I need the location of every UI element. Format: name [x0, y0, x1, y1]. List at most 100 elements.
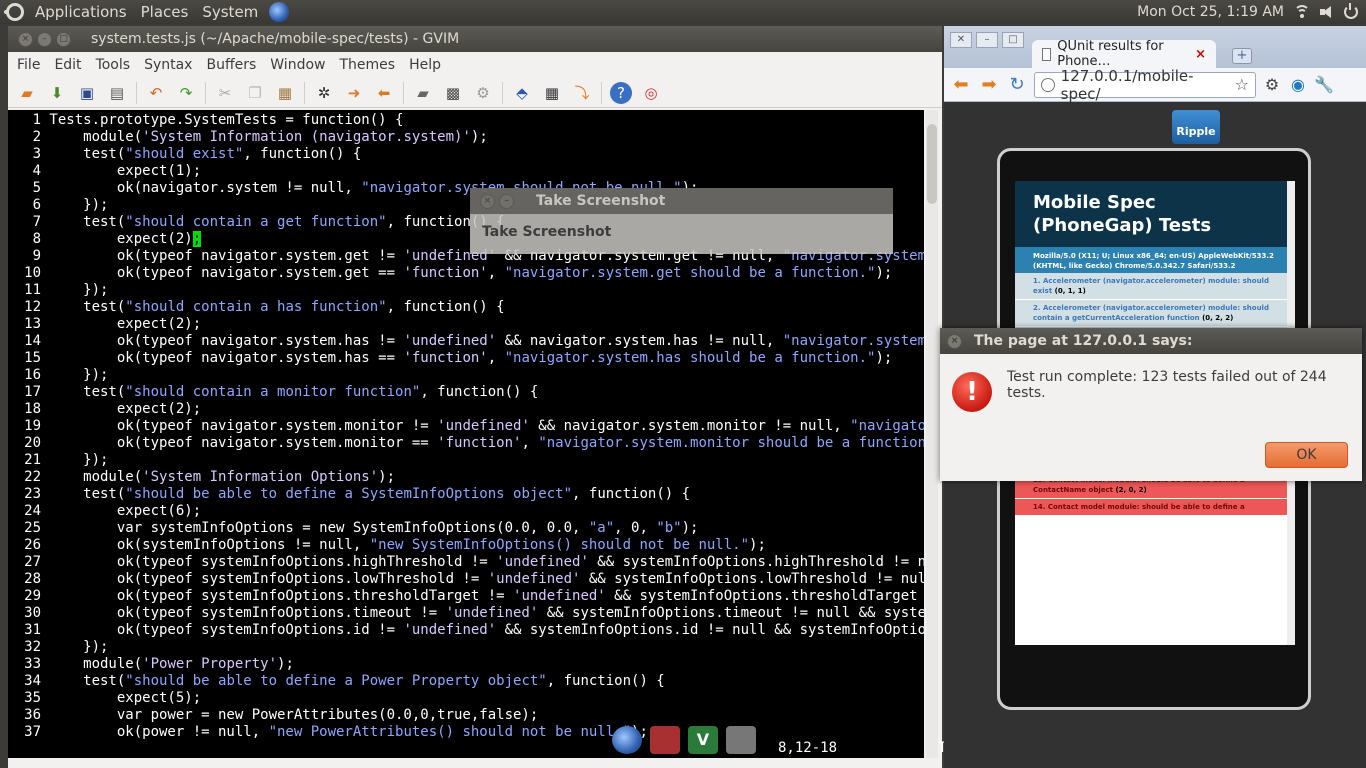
- code-line[interactable]: 10 ok(typeof navigator.system.get == 'fu…: [8, 265, 924, 282]
- terminal-taskbar-icon[interactable]: [650, 726, 680, 754]
- code-line[interactable]: 21 });: [8, 452, 924, 469]
- open-file-icon[interactable]: ▰: [16, 82, 38, 104]
- chromium-taskbar-icon[interactable]: [612, 726, 642, 754]
- code-line[interactable]: 14 ok(typeof navigator.system.has != 'un…: [8, 333, 924, 350]
- applications-menu[interactable]: Applications: [28, 0, 134, 24]
- ripple-extension-icon[interactable]: ◉: [1288, 75, 1308, 95]
- menu-themes[interactable]: Themes: [332, 57, 402, 73]
- menu-file[interactable]: File: [10, 57, 47, 73]
- places-menu[interactable]: Places: [134, 0, 196, 24]
- code-line[interactable]: 36 var power = new PowerAttributes(0.0,0…: [8, 707, 924, 724]
- minimize-icon[interactable]: –: [37, 31, 52, 47]
- wifi-icon[interactable]: [1294, 5, 1310, 19]
- browser-tab[interactable]: QUnit results for Phone… ×: [1032, 39, 1216, 69]
- help-icon[interactable]: ?: [610, 81, 632, 104]
- code-line[interactable]: 23 test("should be able to define a Syst…: [8, 486, 924, 503]
- menu-help[interactable]: Help: [402, 57, 448, 73]
- shell-icon[interactable]: ▦: [541, 82, 563, 104]
- code-line[interactable]: 20 ok(typeof navigator.system.monitor ==…: [8, 435, 924, 452]
- close-icon[interactable]: ✕: [950, 32, 972, 48]
- code-line[interactable]: 16 });: [8, 367, 924, 384]
- maximize-icon[interactable]: □: [1002, 32, 1024, 48]
- code-line[interactable]: 15 ok(typeof navigator.system.has == 'fu…: [8, 350, 924, 367]
- find-replace-icon[interactable]: ✲: [313, 82, 335, 104]
- power-icon[interactable]: [1344, 3, 1358, 19]
- menu-tools[interactable]: Tools: [89, 57, 138, 73]
- copy-icon[interactable]: ❐: [244, 82, 266, 104]
- address-bar[interactable]: 127.0.0.1/mobile-spec/ ☆: [1034, 67, 1256, 103]
- load-session-icon[interactable]: ▰: [412, 82, 434, 104]
- code-line[interactable]: 3 test("should exist", function() {: [8, 146, 924, 163]
- scrollbar-thumb[interactable]: [927, 124, 937, 204]
- close-icon[interactable]: ×: [480, 193, 495, 209]
- save-as-icon[interactable]: ▣: [76, 82, 98, 104]
- tags-icon[interactable]: ⤵: [571, 82, 593, 104]
- wrench-icon[interactable]: 🔧: [1314, 75, 1334, 95]
- menu-window[interactable]: Window: [263, 57, 332, 73]
- menu-syntax[interactable]: Syntax: [137, 57, 199, 73]
- take-screenshot-dialog[interactable]: × – Take Screenshot Take Screenshot: [470, 188, 893, 254]
- find-next-icon[interactable]: ➜: [343, 82, 365, 104]
- minimize-icon[interactable]: –: [499, 193, 514, 209]
- code-line[interactable]: 13 expect(2);: [8, 316, 924, 333]
- code-line[interactable]: 19 ok(typeof navigator.system.monitor !=…: [8, 418, 924, 435]
- volume-icon[interactable]: [1320, 6, 1334, 18]
- system-menu[interactable]: System: [195, 0, 265, 24]
- code-line[interactable]: 11 });: [8, 282, 924, 299]
- bookmark-star-icon[interactable]: ☆: [1235, 75, 1249, 94]
- maximize-icon[interactable]: □: [56, 31, 71, 47]
- save-session-icon[interactable]: ▩: [442, 82, 464, 104]
- code-line[interactable]: 12 test("should contain a has function",…: [8, 299, 924, 316]
- back-icon[interactable]: ⬅: [950, 74, 972, 95]
- find-help-icon[interactable]: ◎: [640, 82, 662, 104]
- screenshot-taskbar-icon[interactable]: [726, 726, 756, 754]
- code-line[interactable]: 32 });: [8, 639, 924, 656]
- code-line[interactable]: 17 test("should contain a monitor functi…: [8, 384, 924, 401]
- print-icon[interactable]: ▤: [106, 82, 128, 104]
- code-line[interactable]: 24 expect(6);: [8, 503, 924, 520]
- editor-scrollbar[interactable]: [926, 110, 938, 758]
- close-icon[interactable]: ×: [18, 31, 33, 47]
- menu-edit[interactable]: Edit: [47, 57, 88, 73]
- find-prev-icon[interactable]: ⬅: [373, 82, 395, 104]
- code-line[interactable]: 25 var systemInfoOptions = new SystemInf…: [8, 520, 924, 537]
- new-tab-button[interactable]: +: [1232, 48, 1252, 64]
- ok-button[interactable]: OK: [1265, 442, 1348, 468]
- run-script-icon[interactable]: ⚙: [472, 82, 494, 104]
- clock[interactable]: Mon Oct 25, 1:19 AM: [1137, 4, 1284, 20]
- chromium-launcher-icon[interactable]: [269, 2, 290, 22]
- code-line[interactable]: 34 test("should be able to define a Powe…: [8, 673, 924, 690]
- code-line[interactable]: 28 ok(typeof systemInfoOptions.lowThresh…: [8, 571, 924, 588]
- qunit-test-item[interactable]: 14. Contact model module: should be able…: [1015, 499, 1295, 516]
- code-line[interactable]: 37 ok(power != null, "new PowerAttribute…: [8, 724, 924, 741]
- code-line[interactable]: 1 Tests.prototype.SystemTests = function…: [8, 112, 924, 129]
- make-icon[interactable]: ⬘: [511, 82, 533, 104]
- code-line[interactable]: 27 ok(typeof systemInfoOptions.highThres…: [8, 554, 924, 571]
- close-tab-icon[interactable]: ×: [1195, 47, 1206, 62]
- qunit-test-item[interactable]: 1. Accelerometer (navigator.acceleromete…: [1015, 273, 1295, 300]
- redo-icon[interactable]: ↷: [175, 82, 197, 104]
- code-line[interactable]: 29 ok(typeof systemInfoOptions.threshold…: [8, 588, 924, 605]
- save-icon[interactable]: ⬇: [46, 82, 68, 104]
- extension-icon[interactable]: ⚙: [1262, 75, 1282, 95]
- cut-icon[interactable]: ✂: [214, 82, 236, 104]
- code-line[interactable]: 33 module('Power Property');: [8, 656, 924, 673]
- code-line[interactable]: 4 expect(1);: [8, 163, 924, 180]
- code-line[interactable]: 26 ok(systemInfoOptions != null, "new Sy…: [8, 537, 924, 554]
- ubuntu-logo-icon[interactable]: [4, 3, 24, 21]
- code-line[interactable]: 2 module('System Information (navigator.…: [8, 129, 924, 146]
- undo-icon[interactable]: ↶: [145, 82, 167, 104]
- code-line[interactable]: 22 module('System Information Options');: [8, 469, 924, 486]
- code-line[interactable]: 18 expect(2);: [8, 401, 924, 418]
- gvim-taskbar-icon[interactable]: V: [688, 726, 718, 754]
- qunit-test-item[interactable]: 2. Accelerometer (navigator.acceleromete…: [1015, 300, 1295, 327]
- code-line[interactable]: 30 ok(typeof systemInfoOptions.timeout !…: [8, 605, 924, 622]
- code-line[interactable]: 35 expect(5);: [8, 690, 924, 707]
- code-line[interactable]: 31 ok(typeof systemInfoOptions.id != 'un…: [8, 622, 924, 639]
- forward-icon[interactable]: ➡: [978, 74, 1000, 95]
- gvim-titlebar[interactable]: × – □ system.tests.js (~/Apache/mobile-s…: [8, 26, 942, 52]
- paste-icon[interactable]: ▦: [274, 82, 296, 104]
- reload-icon[interactable]: ↻: [1006, 74, 1028, 95]
- menu-buffers[interactable]: Buffers: [199, 57, 263, 73]
- close-icon[interactable]: ×: [947, 333, 962, 349]
